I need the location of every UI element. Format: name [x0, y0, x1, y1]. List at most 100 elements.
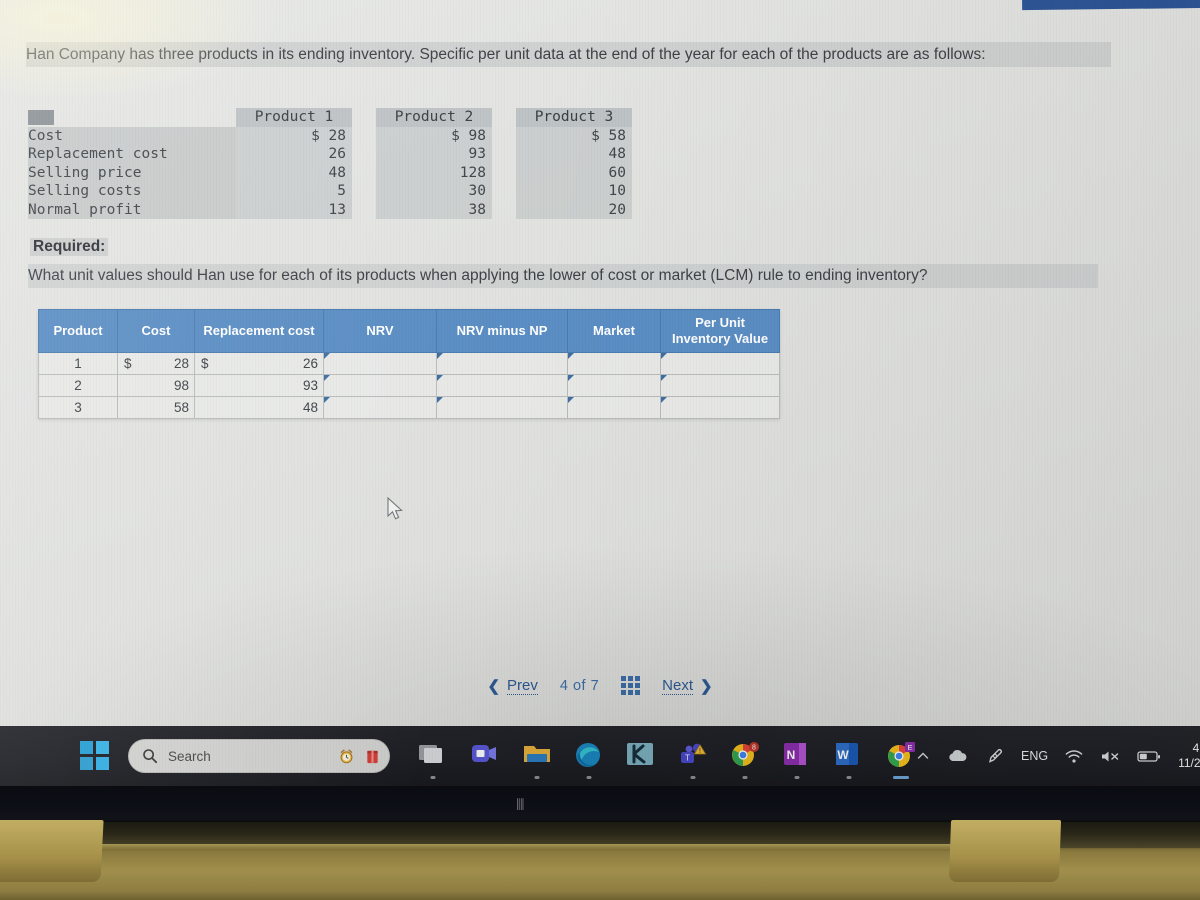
table-row: 2 98 93 [38, 374, 780, 397]
next-button[interactable]: Next ❯ [662, 677, 713, 695]
file-explorer-icon[interactable] [522, 741, 552, 779]
page-indicator: 4 of 7 [559, 677, 600, 694]
laptop-brand-mark: ‖‖ [516, 795, 524, 814]
spacer [352, 127, 376, 146]
row-label-normal-profit: Normal profit [28, 200, 236, 219]
mouse-cursor [387, 497, 403, 520]
cell-marker-icon [324, 353, 330, 359]
input-market-2[interactable] [567, 374, 661, 397]
cell-replacement-value-3: 48 [302, 400, 318, 415]
app-active-dot [846, 776, 852, 779]
cloud-icon[interactable] [947, 748, 969, 764]
clock-date: 11/27/2023 [1178, 756, 1200, 770]
chrome-icon[interactable]: 8 [730, 741, 760, 779]
app-active-dot [690, 776, 696, 779]
laptop-foot-right [948, 820, 1062, 882]
app-active-dot [430, 776, 436, 779]
table-row: 3 58 48 [38, 396, 780, 419]
replacement-cost-product-2: 93 [376, 145, 492, 164]
input-per-unit-inventory-value-2[interactable] [660, 374, 780, 397]
laptop-lip [96, 844, 976, 849]
teams-work-icon[interactable]: T ! [678, 741, 708, 779]
cell-replacement-value-1: 26 [302, 356, 318, 371]
data-table-row: Cost $ 28 $ 98 $ 58 [28, 126, 632, 146]
windows-start-icon[interactable] [80, 741, 110, 771]
task-view-icon[interactable] [418, 741, 448, 779]
question-intro-text: Han Company has three products in its en… [26, 42, 1111, 67]
replacement-cost-product-3: 48 [516, 145, 632, 164]
pagination-bar: ❮ Prev 4 of 7 Next ❯ [0, 676, 1200, 695]
row-label-selling-costs: Selling costs [28, 182, 236, 201]
laptop-chassis [0, 786, 1200, 900]
input-per-unit-inventory-value-1[interactable] [660, 352, 780, 375]
col-header-product: Product [38, 309, 118, 353]
input-nrv-minus-np-1[interactable] [436, 352, 568, 375]
cell-replacement-value-2: 93 [302, 378, 318, 393]
input-nrv-minus-np-2[interactable] [436, 374, 568, 397]
laptop-screen: Han Company has three products in its en… [0, 0, 1200, 786]
data-table-row: Selling costs 5 30 10 [28, 182, 632, 201]
cell-marker-icon [437, 397, 443, 403]
col-header-replacement-cost: Replacement cost [194, 309, 324, 353]
input-nrv-2[interactable] [323, 374, 437, 397]
data-table-corner-cell [28, 108, 236, 127]
spacer [492, 201, 516, 220]
cell-marker-icon [324, 397, 330, 403]
replacement-cost-product-1: 26 [236, 145, 352, 164]
prev-label: Prev [507, 676, 538, 695]
red-gift-icon[interactable] [365, 748, 380, 765]
col-header-cost: Cost [117, 309, 195, 353]
input-per-unit-inventory-value-3[interactable] [660, 396, 780, 419]
input-nrv-1[interactable] [323, 352, 437, 375]
data-table-row: Selling price 48 128 60 [28, 163, 632, 183]
cell-marker-icon [437, 375, 443, 381]
pen-icon[interactable] [986, 747, 1004, 765]
cell-product-1: 1 [38, 352, 118, 375]
app-active-dot [742, 776, 748, 779]
grid-3x3-icon[interactable] [621, 676, 641, 695]
cost-product-1: $ 28 [236, 126, 352, 145]
required-question-text: What unit values should Han use for each… [28, 264, 1098, 288]
input-market-3[interactable] [567, 396, 661, 419]
selling-price-product-2: 128 [376, 163, 492, 182]
data-col-header-product-2: Product 2 [376, 108, 492, 127]
normal-profit-product-1: 13 [236, 200, 352, 219]
onenote-icon[interactable]: N [782, 741, 812, 779]
word-icon[interactable]: W [834, 741, 864, 779]
row-label-replacement-cost: Replacement cost [28, 145, 236, 164]
cell-replacement-3: 48 [194, 396, 324, 419]
chrome-excel-icon[interactable]: E [886, 741, 916, 779]
wifi-icon[interactable] [1065, 749, 1083, 764]
table-row: 1 $28 $26 [38, 352, 780, 375]
search-input[interactable]: Search [128, 739, 390, 773]
spacer [492, 182, 516, 201]
input-nrv-minus-np-3[interactable] [436, 396, 568, 419]
alarm-clock-icon[interactable] [338, 748, 355, 765]
chevron-up-icon[interactable] [916, 749, 930, 763]
currency-symbol: $ [124, 356, 132, 371]
spacer [492, 145, 516, 164]
selling-costs-product-1: 5 [236, 182, 352, 201]
data-col-header-product-1: Product 1 [236, 108, 352, 127]
input-nrv-3[interactable] [323, 396, 437, 419]
spacer [492, 164, 516, 183]
laptop-photo: Han Company has three products in its en… [0, 0, 1200, 900]
header-swatch-icon [28, 109, 54, 125]
spacer [492, 108, 516, 127]
clock[interactable]: 4:45 PM 11/27/2023 [1178, 741, 1200, 771]
prev-button[interactable]: ❮ Prev [487, 676, 538, 695]
chevron-left-icon: ❮ [487, 677, 501, 695]
spacer [352, 201, 376, 220]
kahoot-app-icon[interactable] [626, 741, 656, 771]
language-indicator[interactable]: ENG [1021, 749, 1048, 763]
edge-icon[interactable] [574, 741, 604, 779]
spacer [352, 145, 376, 164]
teams-icon[interactable] [470, 741, 500, 771]
battery-icon[interactable] [1137, 749, 1161, 763]
volume-muted-icon[interactable] [1100, 749, 1120, 764]
input-market-1[interactable] [567, 352, 661, 375]
cell-cost-value-2: 98 [173, 378, 189, 393]
cell-product-2: 2 [38, 374, 118, 397]
search-icon [143, 749, 158, 764]
svg-text:!: ! [699, 748, 701, 755]
